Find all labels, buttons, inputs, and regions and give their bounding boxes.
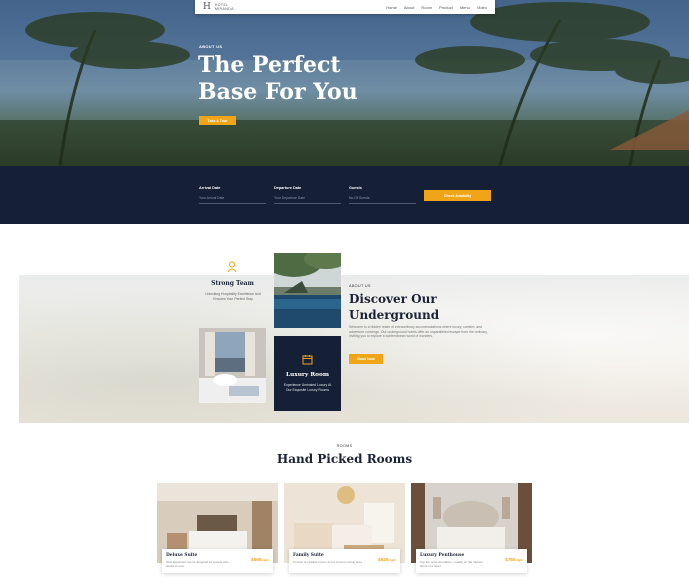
- luxury-room-title: Luxury Room: [285, 372, 330, 378]
- departure-date-label: Departure Date: [274, 186, 302, 190]
- booking-bar: [0, 166, 689, 224]
- logo-text: HOTEL MIRANDA: [215, 3, 234, 11]
- room-desc: Top-tier accommodation, usually on the h…: [420, 560, 483, 569]
- nav-link-product[interactable]: Product: [439, 5, 453, 10]
- guests-label: Guests: [349, 186, 362, 190]
- logo-line2: MIRANDA: [214, 7, 234, 11]
- room-price-per: /night: [515, 558, 523, 562]
- about-desc: Welcome to a hidden realm of extraordina…: [349, 325, 488, 339]
- departure-date-input[interactable]: Your Departure Date: [274, 196, 341, 204]
- nav-link-menu[interactable]: Menu: [460, 5, 470, 10]
- room-card-family[interactable]: Family Suite Consist of multiple rooms a…: [284, 483, 405, 573]
- room-name: Family Suite: [293, 553, 324, 558]
- nav-links: Home About Room Product Menu Video: [386, 5, 487, 10]
- rooms-tag: ROOMS: [336, 444, 353, 448]
- strong-team-title: Strong Team: [211, 280, 254, 287]
- room-card-penthouse[interactable]: Luxury Penthouse Top-tier accommodation,…: [411, 483, 532, 573]
- arrival-date-input[interactable]: Your Arrival Date: [199, 196, 266, 204]
- logo[interactable]: H HOTEL MIRANDA: [203, 2, 234, 12]
- room-price-value: $620: [378, 557, 389, 562]
- user-icon: [227, 261, 237, 273]
- departure-date-field: Departure Date Your Departure Date: [274, 186, 341, 204]
- hero-tag: ABOUT US: [199, 44, 223, 49]
- room-info: Deluxe Suite Well-appointed rooms design…: [162, 549, 273, 573]
- nav-link-about[interactable]: About: [404, 5, 414, 10]
- luxury-room-desc: Experience Unrivaled Luxury At Our Exqui…: [283, 383, 332, 392]
- hero-title-line2: Base For You: [198, 79, 358, 105]
- logo-mark: H: [203, 2, 211, 12]
- room-price: $620/night: [378, 557, 396, 562]
- room-price-value: $760: [505, 557, 516, 562]
- nav-link-home[interactable]: Home: [386, 5, 397, 10]
- take-a-tour-button[interactable]: Take A Tour: [199, 116, 236, 125]
- room-price: $760/night: [505, 557, 523, 562]
- room-price: $560/night: [251, 557, 269, 562]
- about-tag: ABOUT US: [349, 284, 371, 288]
- nav-link-video[interactable]: Video: [477, 5, 487, 10]
- room-desc: Well-appointed rooms designed for guests…: [166, 560, 229, 569]
- strong-team-desc: Unlocking Hospitality Excellence And Ens…: [205, 292, 261, 301]
- room-desc: Consist of multiple rooms and a common l…: [293, 560, 362, 564]
- arrival-date-label: Arrival Date: [199, 186, 221, 190]
- room-info: Luxury Penthouse Top-tier accommodation,…: [416, 549, 527, 573]
- check-availability-button[interactable]: Check Avaibility: [424, 190, 491, 201]
- guests-input[interactable]: No Of Guests: [349, 196, 416, 204]
- top-navbar: H HOTEL MIRANDA Home About Room Product …: [195, 0, 495, 14]
- hero-title: The Perfect Base For You: [198, 52, 358, 106]
- room-info: Family Suite Consist of multiple rooms a…: [289, 549, 400, 573]
- nav-link-room[interactable]: Room: [421, 5, 432, 10]
- room-card-deluxe[interactable]: Deluxe Suite Well-appointed rooms design…: [157, 483, 278, 573]
- room-price-value: $560: [251, 557, 262, 562]
- calendar-icon: [302, 355, 313, 365]
- guests-field: Guests No Of Guests: [349, 186, 416, 204]
- rooms-title: Hand Picked Rooms: [276, 452, 413, 466]
- room-price-per: /night: [261, 558, 269, 562]
- luxury-room-card: Luxury Room Experience Unrivaled Luxury …: [274, 336, 341, 411]
- about-title: Discover Our Underground: [349, 292, 440, 322]
- book-now-button[interactable]: Book Now: [349, 354, 383, 364]
- room-price-per: /night: [388, 558, 396, 562]
- room-name: Luxury Penthouse: [420, 553, 465, 558]
- bedroom-window-image: [199, 328, 266, 403]
- hero-title-line1: The Perfect: [198, 52, 341, 78]
- arrival-date-field: Arrival Date Your Arrival Date: [199, 186, 266, 204]
- room-name: Deluxe Suite: [166, 553, 198, 558]
- infinity-pool-image: [274, 253, 341, 328]
